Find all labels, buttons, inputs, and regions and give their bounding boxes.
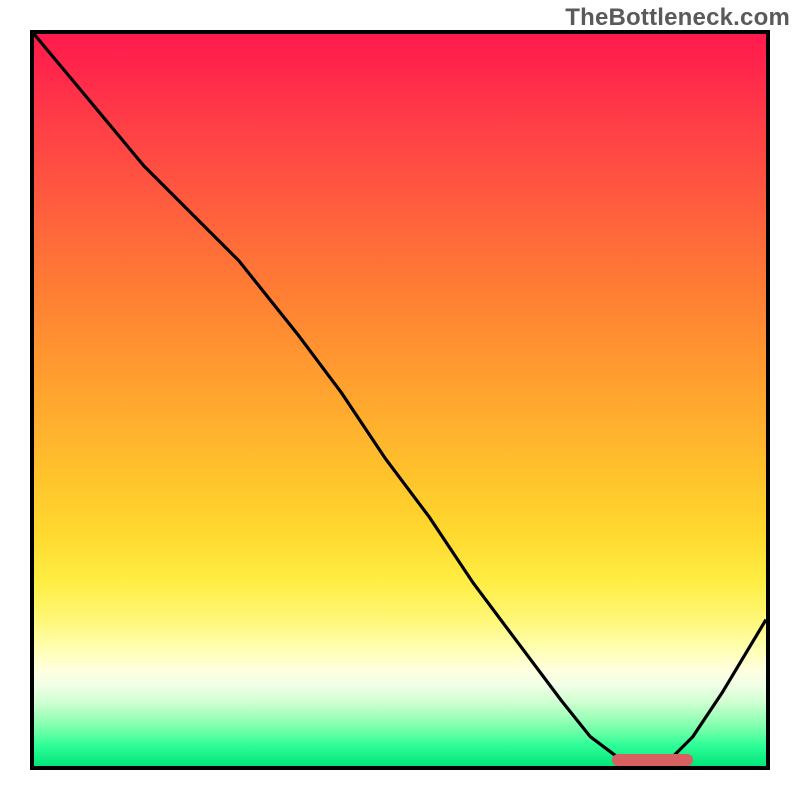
- bottleneck-curve-path: [34, 34, 766, 766]
- chart-frame: [30, 30, 770, 770]
- optimal-marker: [612, 754, 693, 766]
- curve-svg: [34, 34, 766, 766]
- watermark-label: TheBottleneck.com: [565, 4, 790, 32]
- chart-container: TheBottleneck.com: [0, 0, 800, 800]
